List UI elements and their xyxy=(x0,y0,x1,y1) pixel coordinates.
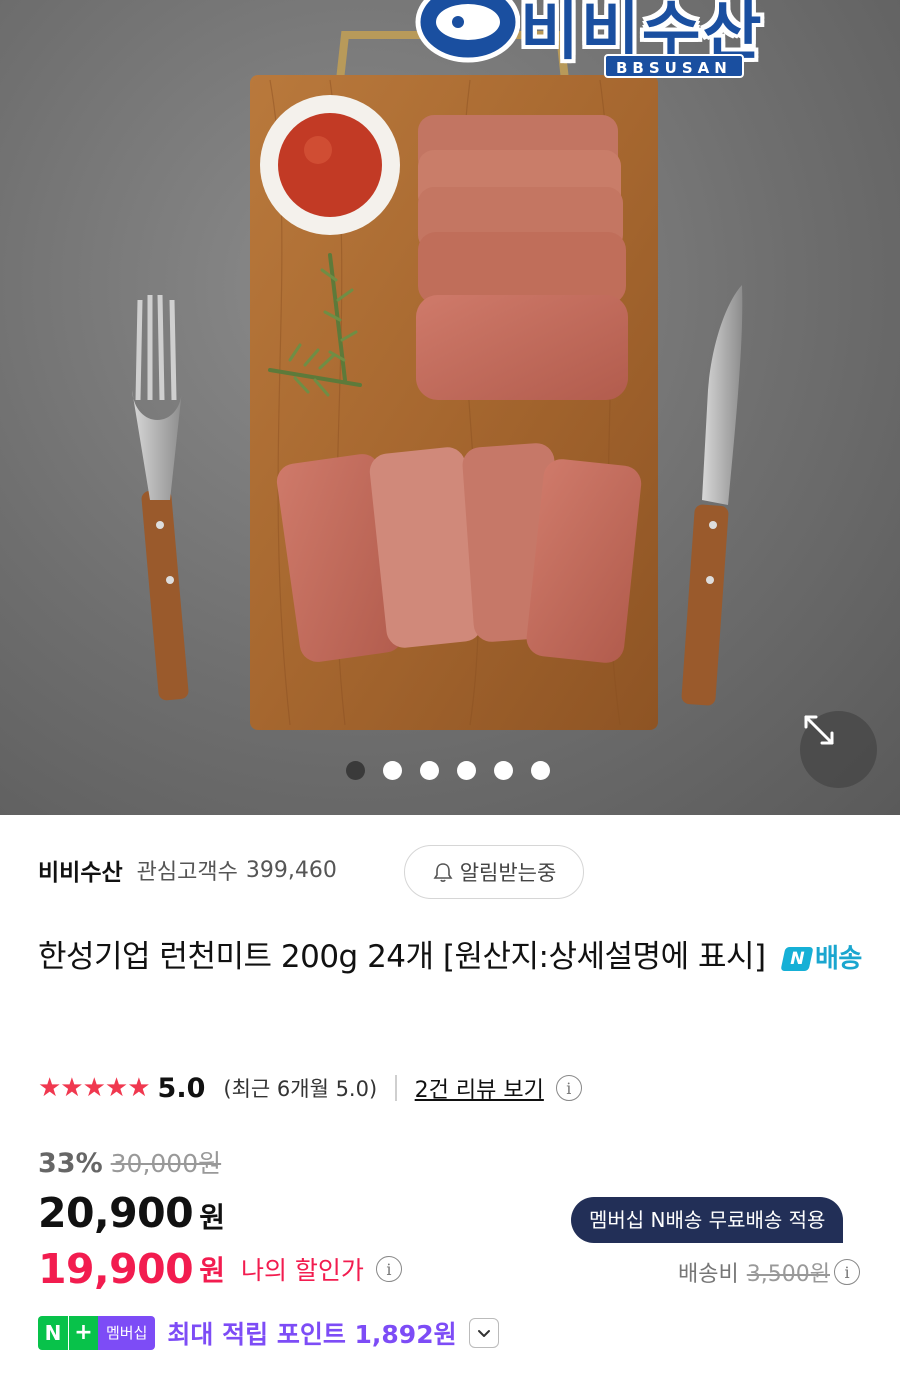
membership-label: 멤버십 xyxy=(98,1316,156,1350)
product-title: 한성기업 런천미트 200g 24개 [원산지:상세설명에 표시] N 배송 xyxy=(38,931,868,985)
shipping-row: 배송비 3,500원 i xyxy=(678,1256,860,1288)
bell-icon xyxy=(433,863,453,882)
product-info-panel: 비비수산 관심고객수 399,460 알림받는중 한성기업 런천미트 200g … xyxy=(0,815,900,1386)
brand-logo-subtext: BBSUSAN xyxy=(604,54,744,78)
review-info-icon[interactable]: i xyxy=(555,1075,582,1101)
free-shipping-tooltip: 멤버십 N배송 무료배송 적용 xyxy=(571,1197,844,1243)
shipping-info-icon[interactable]: i xyxy=(834,1259,860,1285)
gallery-dot[interactable] xyxy=(383,761,402,780)
discount-row: 33% 30,000원 xyxy=(38,1144,221,1180)
product-photo xyxy=(132,31,743,730)
points-expand-button[interactable] xyxy=(468,1318,499,1348)
review-link[interactable]: 2건 리뷰 보기 xyxy=(415,1072,544,1104)
npay-n-icon: N xyxy=(38,1316,68,1350)
npay-membership-badge: N + 멤버십 xyxy=(38,1316,156,1350)
seller-name-link[interactable]: 비비수산 xyxy=(38,853,123,887)
product-image[interactable]: 비비수산 BBSUSAN xyxy=(0,0,900,815)
sale-price-row: 20,900 원 xyxy=(38,1189,225,1237)
fish-logo-icon xyxy=(415,0,520,63)
alarm-label: 알림받는중 xyxy=(459,861,557,885)
rating-row: ★★★★★ 5.0 (최근 6개월 5.0) 2건 리뷰 보기 i xyxy=(38,1068,582,1108)
fans-label: 관심고객수 xyxy=(136,860,238,885)
original-price: 30,000원 xyxy=(110,1149,222,1178)
gallery-pagination xyxy=(346,761,550,780)
my-discount-label: 나의 할인가 xyxy=(240,1256,364,1285)
sale-price-currency: 원 xyxy=(199,1201,225,1234)
expand-icon xyxy=(804,715,834,745)
chevron-down-icon xyxy=(477,1330,490,1337)
expand-image-button[interactable] xyxy=(800,711,877,788)
sale-price: 20,900 xyxy=(38,1189,194,1237)
shipping-label: 배송비 xyxy=(678,1262,739,1287)
plus-icon: + xyxy=(68,1316,98,1350)
rating-score: 5.0 xyxy=(157,1072,206,1104)
max-points-text: 최대 적립 포인트 1,892원 xyxy=(167,1320,457,1349)
gallery-dot[interactable] xyxy=(420,761,439,780)
my-discount-info-icon[interactable]: i xyxy=(375,1256,402,1282)
divider xyxy=(395,1075,397,1101)
discount-percent: 33% xyxy=(38,1148,103,1179)
alarm-subscribe-button[interactable]: 알림받는중 xyxy=(404,845,584,899)
recent-rating: (최근 6개월 5.0) xyxy=(223,1077,378,1101)
n-delivery-truck-icon: N xyxy=(780,946,814,971)
star-rating-icon: ★★★★★ xyxy=(38,1073,151,1103)
fans-count: 399,460 xyxy=(245,857,337,883)
shipping-fee: 3,500원 xyxy=(746,1262,830,1287)
member-price-currency: 원 xyxy=(199,1254,225,1287)
n-delivery-badge: N 배송 xyxy=(780,933,862,985)
member-price: 19,900 xyxy=(38,1245,194,1293)
member-price-row: 19,900 원 나의 할인가 i xyxy=(38,1245,402,1293)
seller-row: 비비수산 관심고객수 399,460 xyxy=(38,853,337,887)
gallery-dot[interactable] xyxy=(531,761,550,780)
gallery-dot[interactable] xyxy=(457,761,476,780)
product-title-text: 한성기업 런천미트 200g 24개 [원산지:상세설명에 표시] xyxy=(38,939,766,975)
gallery-dot[interactable] xyxy=(346,761,365,780)
n-delivery-label: 배송 xyxy=(814,943,862,974)
points-row: N + 멤버십 최대 적립 포인트 1,892원 xyxy=(38,1315,499,1351)
gallery-dot[interactable] xyxy=(494,761,513,780)
